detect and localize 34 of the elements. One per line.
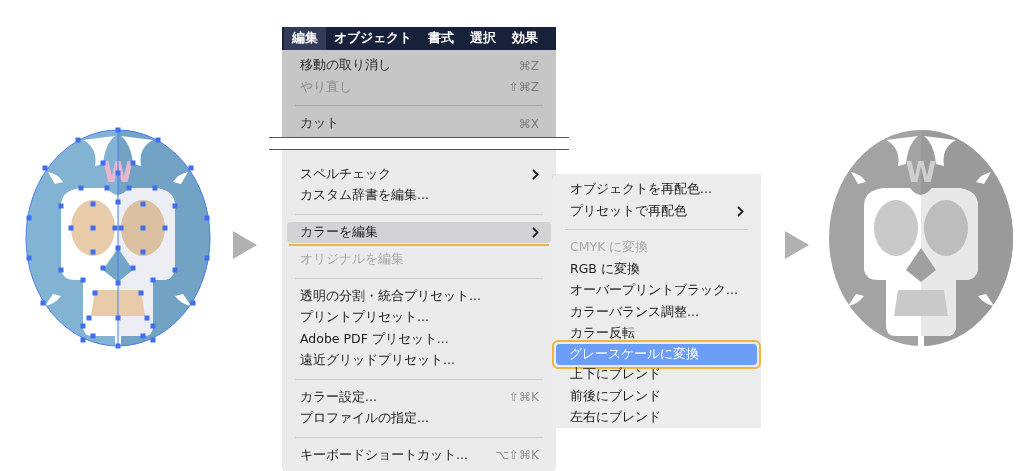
- menu-item[interactable]: カスタム辞書を編集...: [287, 185, 551, 207]
- menu-item[interactable]: 左右にブレンド: [557, 407, 756, 428]
- menu-item[interactable]: RGB に変換: [557, 258, 756, 280]
- menu-item[interactable]: スペルチェック: [287, 163, 551, 185]
- arrow-icon: [233, 231, 257, 259]
- menu-item[interactable]: オーバープリントブラック...: [557, 280, 756, 302]
- menu-item[interactable]: キーボードショートカット... ⌥⇧⌘K: [287, 444, 551, 466]
- mask-letter: W: [102, 156, 134, 189]
- menu-item[interactable]: プリントプリセット...: [287, 307, 551, 329]
- menu-item[interactable]: 上下にブレンド: [557, 364, 756, 386]
- menu-bar-item[interactable]: 書式: [420, 27, 462, 50]
- menu-item[interactable]: 透明の分割・統合プリセット...: [287, 285, 551, 307]
- menu-item[interactable]: オブジェクトを再配色...: [557, 179, 756, 201]
- shortcut-label: ⌘Z: [518, 58, 539, 73]
- menu-item[interactable]: 移動の取り消し ⌘Z: [287, 55, 551, 77]
- shortcut-label: ⌥⇧⌘K: [495, 448, 539, 463]
- menu-bar-item[interactable]: 選択: [462, 27, 504, 50]
- menu-item[interactable]: カラーバランス調整...: [557, 301, 756, 323]
- menu-item[interactable]: 前後にブレンド: [557, 385, 756, 407]
- menu-item[interactable]: Adobe PDF プリセット...: [287, 328, 551, 350]
- arrow-icon: [785, 231, 809, 259]
- menu-bar-item[interactable]: 効果: [504, 27, 546, 50]
- menu-item[interactable]: 遠近グリッドプリセット...: [287, 350, 551, 372]
- menu-bar-item[interactable]: 編集: [284, 27, 326, 50]
- menu-item[interactable]: カラー設定... ⇧⌘K: [287, 386, 551, 408]
- menu-item[interactable]: プリセットで再配色: [557, 200, 756, 222]
- menu-item[interactable]: カット ⌘X: [287, 113, 551, 135]
- shortcut-label: ⇧⌘Z: [508, 80, 539, 95]
- menu-item[interactable]: カラーを編集: [287, 221, 551, 243]
- shortcut-label: ⇧⌘K: [509, 390, 539, 405]
- menu-bar-item[interactable]: オブジェクト: [326, 27, 420, 50]
- menu-item[interactable]: カラー反転: [557, 323, 756, 345]
- shortcut-label: ⌘X: [518, 116, 539, 131]
- menu-item[interactable]: プロファイルの指定...: [287, 408, 551, 430]
